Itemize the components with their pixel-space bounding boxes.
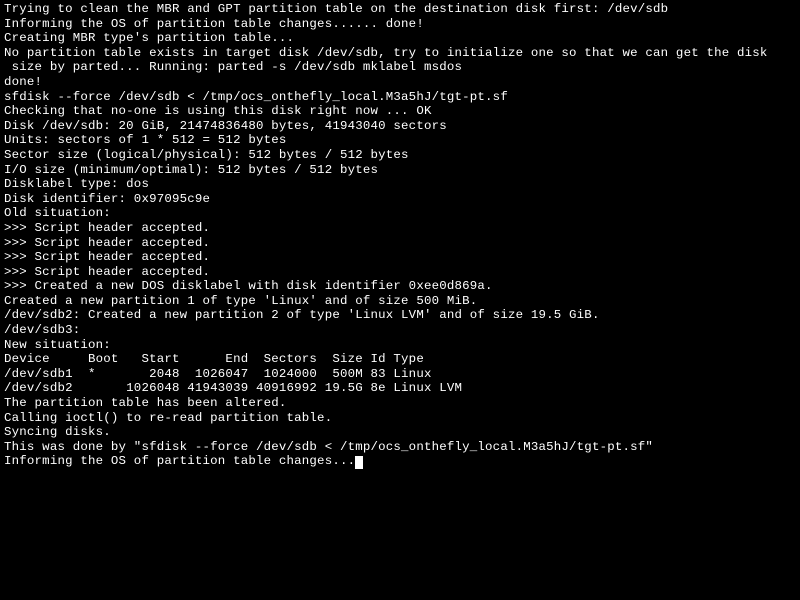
terminal-line: size by parted... Running: parted -s /de… [4, 60, 796, 75]
terminal-line: Disklabel type: dos [4, 177, 796, 192]
terminal-line: Created a new partition 1 of type 'Linux… [4, 294, 796, 309]
terminal-line: Informing the OS of partition table chan… [4, 454, 796, 469]
terminal-line: Informing the OS of partition table chan… [4, 17, 796, 32]
terminal-line: This was done by "sfdisk --force /dev/sd… [4, 440, 796, 455]
terminal-line: >>> Created a new DOS disklabel with dis… [4, 279, 796, 294]
terminal-line: Trying to clean the MBR and GPT partitio… [4, 2, 796, 17]
terminal-line: I/O size (minimum/optimal): 512 bytes / … [4, 163, 796, 178]
terminal-line: Units: sectors of 1 * 512 = 512 bytes [4, 133, 796, 148]
terminal-line: Disk identifier: 0x97095c9e [4, 192, 796, 207]
terminal-line: Syncing disks. [4, 425, 796, 440]
terminal-line: >>> Script header accepted. [4, 265, 796, 280]
terminal-line: Calling ioctl() to re-read partition tab… [4, 411, 796, 426]
terminal-line: /dev/sdb1 * 2048 1026047 1024000 500M 83… [4, 367, 796, 382]
terminal-line: Checking that no-one is using this disk … [4, 104, 796, 119]
terminal-line: /dev/sdb3: [4, 323, 796, 338]
terminal-line: No partition table exists in target disk… [4, 46, 796, 61]
terminal-line: Old situation: [4, 206, 796, 221]
terminal-line: >>> Script header accepted. [4, 250, 796, 265]
cursor-icon [355, 456, 363, 469]
terminal-line: >>> Script header accepted. [4, 221, 796, 236]
terminal-line: done! [4, 75, 796, 90]
terminal-line: The partition table has been altered. [4, 396, 796, 411]
terminal-line: /dev/sdb2 1026048 41943039 40916992 19.5… [4, 381, 796, 396]
terminal-line: Sector size (logical/physical): 512 byte… [4, 148, 796, 163]
terminal-line: >>> Script header accepted. [4, 236, 796, 251]
terminal-line: New situation: [4, 338, 796, 353]
terminal-line: Creating MBR type's partition table... [4, 31, 796, 46]
terminal-line: Disk /dev/sdb: 20 GiB, 21474836480 bytes… [4, 119, 796, 134]
terminal-line: Device Boot Start End Sectors Size Id Ty… [4, 352, 796, 367]
terminal-output: Trying to clean the MBR and GPT partitio… [0, 0, 800, 471]
terminal-line: /dev/sdb2: Created a new partition 2 of … [4, 308, 796, 323]
terminal-line: sfdisk --force /dev/sdb < /tmp/ocs_onthe… [4, 90, 796, 105]
